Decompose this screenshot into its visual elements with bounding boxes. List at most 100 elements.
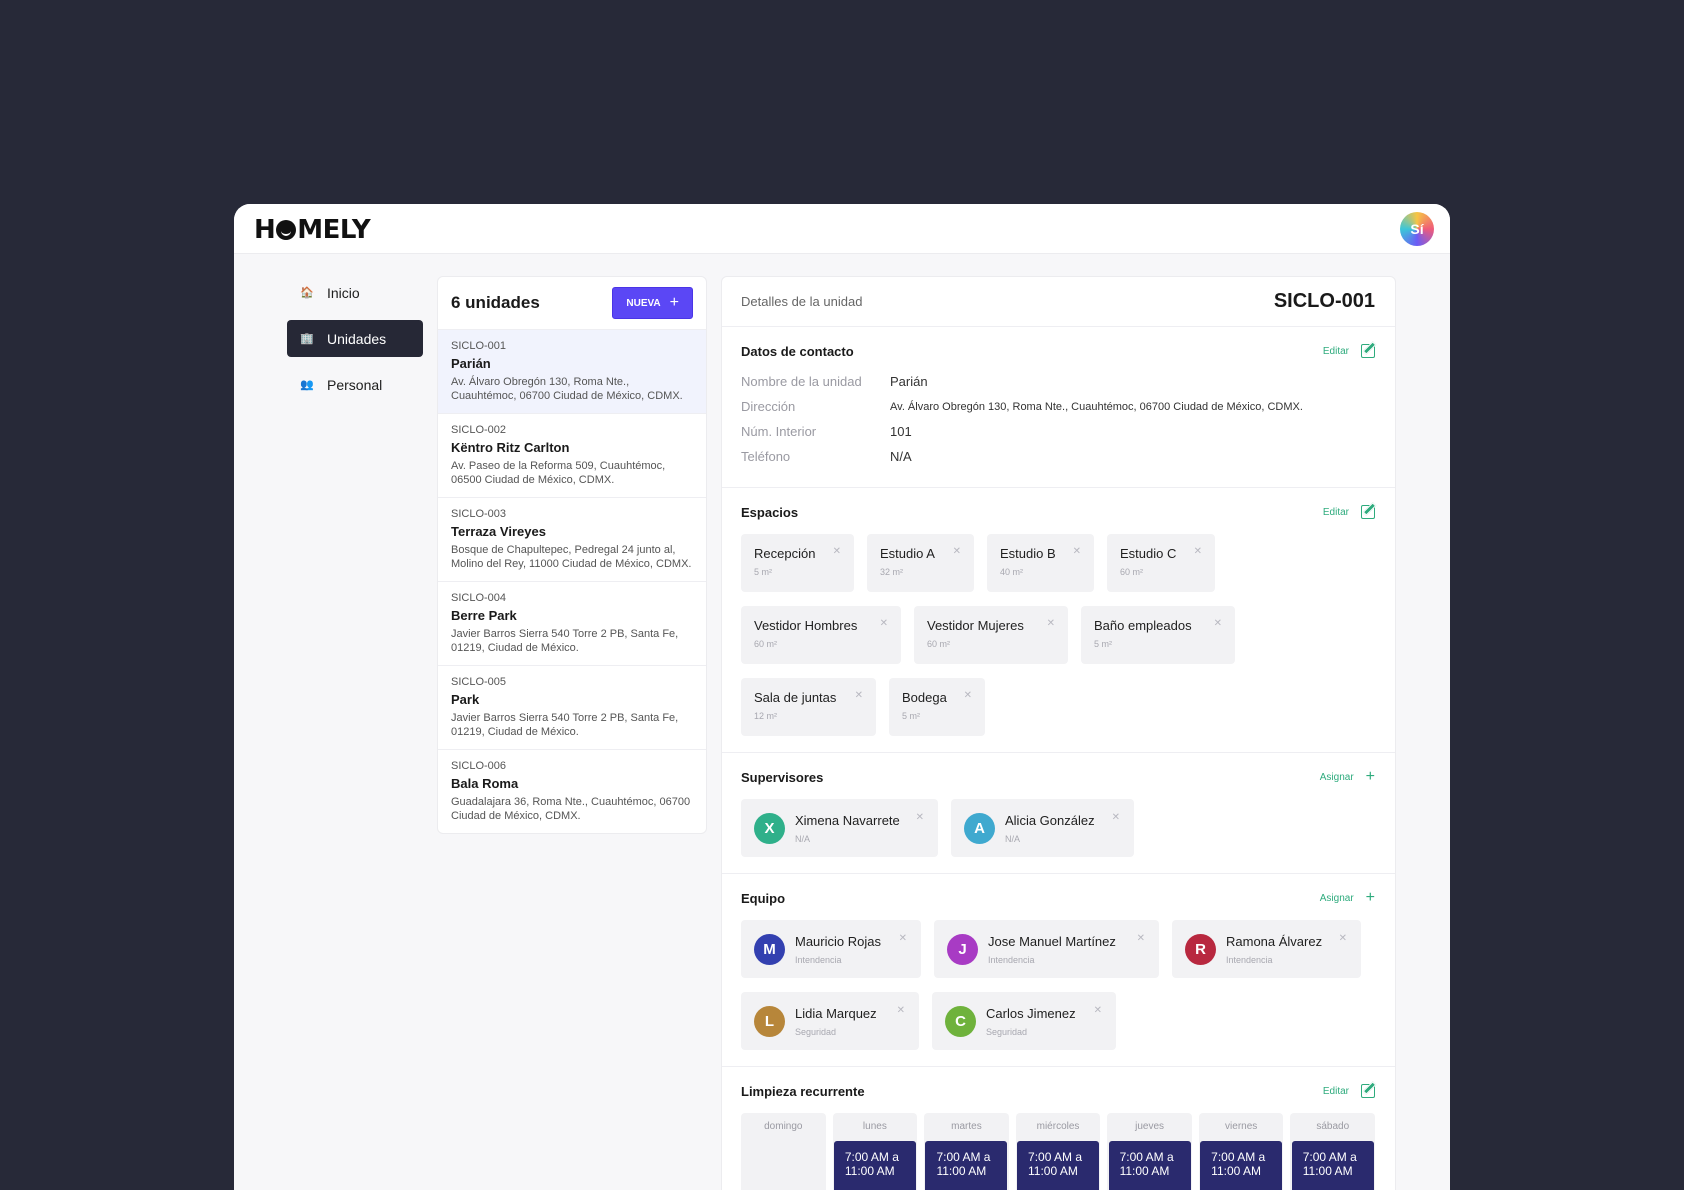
detail-subtitle: Detalles de la unidad [741, 294, 863, 309]
remove-icon[interactable]: ✕ [1214, 618, 1222, 629]
unit-list-item[interactable]: SICLO-005 Park Javier Barros Sierra 540 To… [438, 665, 706, 749]
person-avatar: R [1185, 933, 1216, 965]
unit-list-item[interactable]: SICLO-006 Bala Roma Guadalajara 36, Roma N… [438, 749, 706, 833]
cleaning-slot[interactable]: 7:00 AM a 11:00 AM [925, 1141, 1008, 1190]
person-chip[interactable]: J Jose Manuel Martínez Intendencia ✕ [934, 920, 1159, 978]
remove-icon[interactable]: ✕ [1112, 812, 1120, 823]
field-value: Av. Álvaro Obregón 130, Roma Nte., Cuauh… [890, 400, 1303, 413]
edit-label: Editar [1322, 506, 1349, 518]
space-chip[interactable]: Vestidor Mujeres 60 m² ✕ [914, 606, 1068, 664]
cleaning-slot[interactable]: 7:00 AM a 11:00 AM [1017, 1141, 1100, 1190]
space-chip[interactable]: Recepción 5 m² ✕ [741, 534, 854, 592]
edit-icon [1361, 505, 1375, 519]
unit-code: SICLO-003 [451, 508, 507, 520]
space-chip[interactable]: Vestidor Hombres 60 m² ✕ [741, 606, 901, 664]
cleaning-slot[interactable]: 7:00 AM a 11:00 AM [1108, 1141, 1191, 1190]
day-name: lunes [862, 1121, 887, 1132]
space-chip[interactable]: Estudio C 60 m² ✕ [1107, 534, 1215, 592]
space-name: Vestidor Hombres [754, 618, 858, 633]
edit-cleaning-button[interactable]: Editar [1323, 1084, 1375, 1098]
nav-item-unidades[interactable]: 🏢 Unidades [287, 320, 423, 357]
cleaning-slot[interactable]: 7:00 AM a 11:00 AM [1200, 1141, 1283, 1190]
person-chip[interactable]: L Lidia Marquez Seguridad ✕ [741, 992, 919, 1050]
supervisors-section: Supervisores Asignar + X Ximena Navarrete… [722, 753, 1395, 874]
remove-icon[interactable]: ✕ [1339, 933, 1347, 944]
nav-item-personal[interactable]: 👥 Personal [287, 366, 423, 403]
space-name: Baño empleados [1094, 618, 1192, 633]
unit-name: Terraza Vireyes [451, 524, 546, 539]
person-chip[interactable]: X Ximena Navarrete N/A ✕ [741, 799, 938, 857]
space-size: 60 m² [927, 639, 951, 649]
unit-code: SICLO-006 [451, 760, 507, 772]
cleaning-slot[interactable]: 7:00 AM a 11:00 AM [833, 1141, 916, 1190]
person-info: Jose Manuel Martínez Intendencia [988, 934, 1116, 965]
new-unit-button[interactable]: NUEVA + [612, 287, 693, 319]
contact-section: Datos de contacto Editar Nombre de la un… [722, 327, 1395, 488]
unit-address: Av. Paseo de la Reforma 509, Cuauhtémoc,… [451, 460, 666, 486]
person-chip[interactable]: A Alicia González N/A ✕ [951, 799, 1134, 857]
person-chip[interactable]: R Ramona Álvarez Intendencia ✕ [1172, 920, 1361, 978]
day-name: jueves [1135, 1121, 1165, 1132]
nav-item-inicio[interactable]: 🏠 Inicio [287, 274, 423, 311]
edit-spaces-button[interactable]: Editar [1323, 505, 1375, 519]
unit-code: SICLO-004 [451, 592, 507, 604]
people-emoji-icon: 👥 [300, 379, 314, 391]
day-column: lunes 7:00 AM a 11:00 AM [832, 1113, 918, 1190]
remove-icon[interactable]: ✕ [1047, 618, 1055, 629]
homely-logo[interactable]: H MELY [254, 215, 371, 245]
unit-list-item[interactable]: SICLO-002 Këntro Ritz Carlton Av. Paseo de… [438, 413, 706, 497]
person-role: Intendencia [795, 954, 842, 965]
space-chip[interactable]: Sala de juntas 12 m² ✕ [741, 678, 876, 736]
remove-icon[interactable]: ✕ [897, 1005, 905, 1016]
remove-icon[interactable]: ✕ [899, 933, 907, 944]
unit-code: SICLO-002 [451, 424, 507, 436]
remove-icon[interactable]: ✕ [953, 546, 961, 557]
person-chip[interactable]: C Carlos Jimenez Seguridad ✕ [932, 992, 1116, 1050]
remove-icon[interactable]: ✕ [1094, 1005, 1102, 1016]
unit-list-item[interactable]: SICLO-003 Terraza Vireyes Bosque de Chapul… [438, 497, 706, 581]
space-chip[interactable]: Baño empleados 5 m² ✕ [1081, 606, 1235, 664]
house-emoji-icon: 🏠 [300, 287, 314, 299]
space-chip[interactable]: Estudio A 32 m² ✕ [867, 534, 974, 592]
space-size: 32 m² [880, 567, 904, 577]
person-avatar: A [964, 812, 995, 844]
space-size: 40 m² [1000, 567, 1024, 577]
space-name: Bodega [902, 690, 947, 705]
remove-icon[interactable]: ✕ [964, 690, 972, 701]
user-avatar[interactable]: Sí [1400, 212, 1434, 246]
assign-supervisor-button[interactable]: Asignar + [1320, 769, 1375, 785]
remove-icon[interactable]: ✕ [1194, 546, 1202, 557]
space-size: 60 m² [754, 639, 778, 649]
day-name: sábado [1316, 1121, 1350, 1132]
unit-address: Guadalajara 36, Roma Nte., Cuauhtémoc, 0… [451, 796, 691, 822]
person-role: Seguridad [795, 1026, 837, 1037]
cleaning-slot[interactable]: 7:00 AM a 11:00 AM [1291, 1141, 1374, 1190]
person-info: Ramona Álvarez Intendencia [1226, 934, 1322, 965]
remove-icon[interactable]: ✕ [916, 812, 924, 823]
remove-icon[interactable]: ✕ [833, 546, 841, 557]
section-title: Limpieza recurrente [741, 1083, 865, 1099]
assign-label: Asignar [1319, 892, 1354, 904]
remove-icon[interactable]: ✕ [1137, 933, 1145, 944]
section-title: Datos de contacto [741, 343, 854, 359]
person-avatar: X [754, 812, 785, 844]
spaces-section: Espacios Editar Recepción 5 m² ✕ Estudio A 3… [722, 488, 1395, 753]
person-info: Mauricio Rojas Intendencia [795, 934, 881, 965]
remove-icon[interactable]: ✕ [1073, 546, 1081, 557]
edit-label: Editar [1322, 345, 1349, 357]
remove-icon[interactable]: ✕ [855, 690, 863, 701]
space-name: Recepción [754, 546, 816, 561]
office-building-icon: 🏢 [300, 333, 314, 345]
space-chip[interactable]: Estudio B 40 m² ✕ [987, 534, 1094, 592]
person-chip[interactable]: M Mauricio Rojas Intendencia ✕ [741, 920, 921, 978]
unit-list-item[interactable]: SICLO-004 Berre Park Javier Barros Sierra … [438, 581, 706, 665]
space-size: 5 m² [754, 567, 772, 577]
day-column: jueves 7:00 AM a 11:00 AM [1107, 1113, 1192, 1190]
unit-list-item[interactable]: SICLO-001 Parián Av. Álvaro Obregón 130, R… [438, 329, 706, 413]
space-chip[interactable]: Bodega 5 m² ✕ [889, 678, 985, 736]
edit-contact-button[interactable]: Editar [1323, 344, 1375, 358]
person-name: Lidia Marquez [795, 1005, 877, 1021]
space-size: 12 m² [754, 711, 778, 721]
remove-icon[interactable]: ✕ [880, 618, 888, 629]
assign-team-button[interactable]: Asignar + [1320, 890, 1375, 906]
